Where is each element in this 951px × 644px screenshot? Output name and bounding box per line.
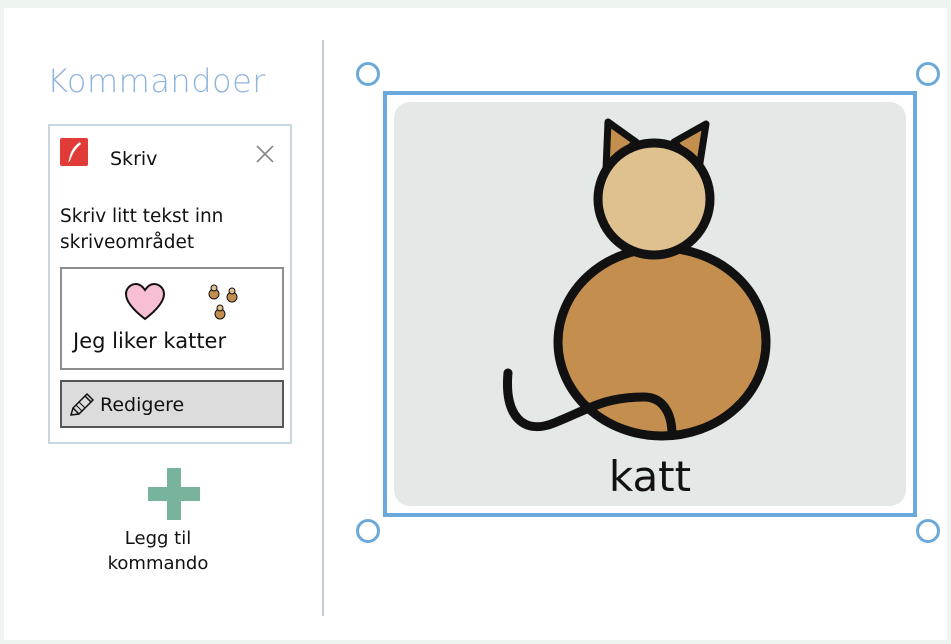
command-description: Skriv litt tekst inn skriveområdet bbox=[60, 206, 224, 253]
resize-handle-bottom-right[interactable] bbox=[916, 519, 940, 543]
write-area-text: Jeg liker katter bbox=[73, 329, 227, 353]
add-command-label-line2: kommando bbox=[107, 553, 209, 574]
add-command-button[interactable] bbox=[118, 468, 230, 520]
heart-icon bbox=[124, 282, 166, 321]
quill-pen-icon bbox=[60, 138, 88, 166]
divider bbox=[322, 40, 324, 616]
command-title: Skriv bbox=[110, 148, 158, 170]
resize-handle-top-left[interactable] bbox=[356, 62, 380, 86]
resize-handle-top-right[interactable] bbox=[916, 62, 940, 86]
write-area[interactable]: Jeg liker katter bbox=[60, 267, 284, 370]
add-command-label[interactable]: Legg til kommando bbox=[93, 526, 223, 576]
panel-title: Kommandoer bbox=[47, 62, 266, 100]
resize-handle-bottom-left[interactable] bbox=[356, 519, 380, 543]
symbol-card[interactable]: katt bbox=[383, 91, 917, 517]
symbol-label: katt bbox=[608, 452, 692, 501]
edit-button-label: Redigere bbox=[100, 394, 185, 416]
edit-button[interactable]: Redigere bbox=[60, 380, 284, 428]
pencil-icon bbox=[69, 392, 95, 416]
symbol-background: katt bbox=[394, 102, 906, 506]
cats-icon bbox=[208, 284, 238, 320]
plus-icon bbox=[148, 468, 200, 520]
add-command-label-line1: Legg til bbox=[124, 528, 192, 549]
cat-symbol bbox=[502, 118, 771, 441]
close-icon[interactable] bbox=[253, 142, 277, 166]
command-card: Skriv Skriv litt tekst inn skriveområdet… bbox=[48, 124, 292, 444]
